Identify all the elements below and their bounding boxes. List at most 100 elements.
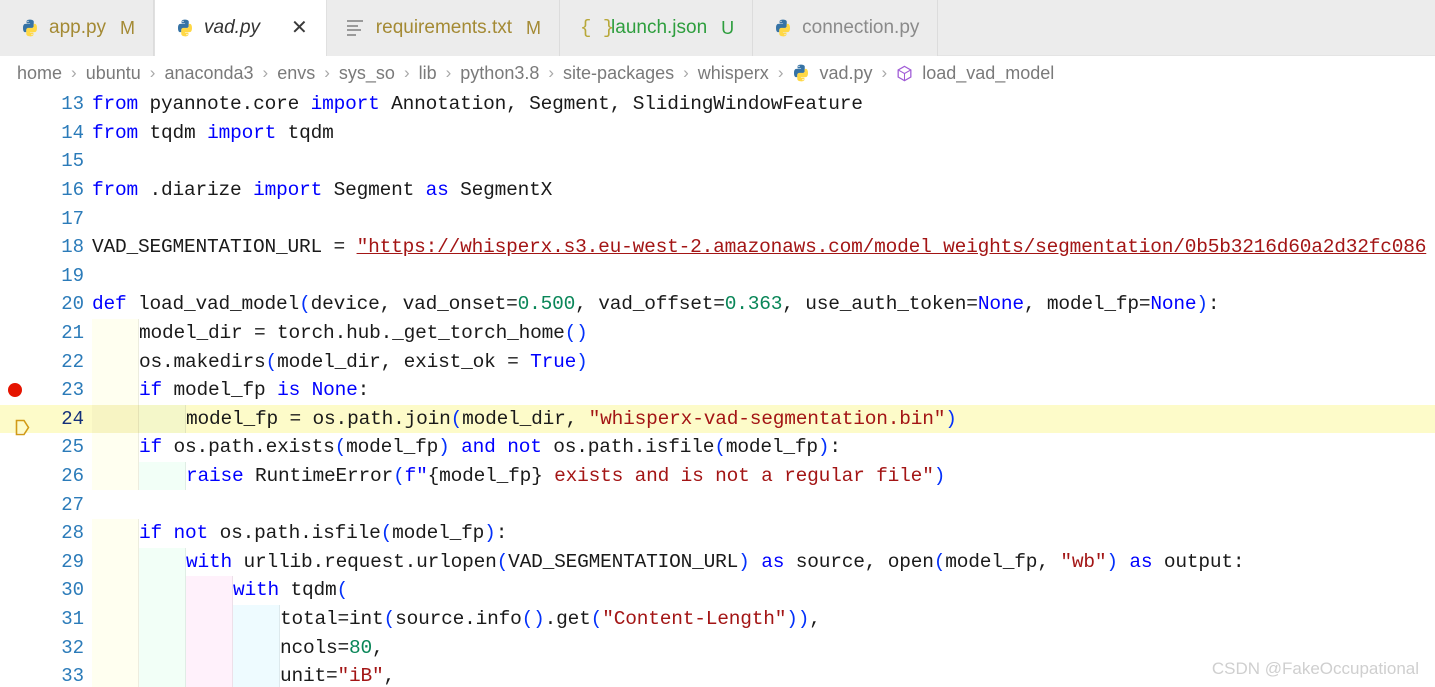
- line-number: 30: [61, 579, 84, 602]
- code-text: if model_fp is None:: [139, 379, 370, 402]
- line-number: 28: [61, 522, 84, 545]
- line-number: 23: [61, 379, 84, 402]
- tab-label: connection.py: [802, 17, 920, 38]
- code-line[interactable]: 24 model_fp = os.path.join(model_dir, "wh…: [0, 404, 1435, 436]
- code-line[interactable]: 25 if os.path.exists(model_fp) and not os…: [0, 433, 1435, 462]
- gutter-marker-slot[interactable]: [0, 147, 30, 176]
- gutter-marker-slot[interactable]: [0, 462, 30, 491]
- gutter-marker-slot[interactable]: [0, 347, 30, 376]
- code-text: from pyannote.core import Annotation, Se…: [92, 93, 863, 116]
- editor-tab-app-py[interactable]: app.py M: [0, 0, 155, 56]
- line-number: 19: [61, 264, 84, 287]
- code-cell: [92, 490, 1435, 519]
- gutter-breakpoint[interactable]: [0, 376, 30, 405]
- code-line[interactable]: 21 model_dir = torch.hub._get_torch_home(…: [0, 318, 1435, 348]
- gutter-marker-slot[interactable]: [0, 119, 30, 148]
- gutter-marker-slot[interactable]: [0, 433, 30, 462]
- breadcrumb-label: anaconda3: [164, 62, 254, 83]
- code-editor[interactable]: 13 from pyannote.core import Annotation, …: [0, 90, 1435, 687]
- gutter-marker-slot[interactable]: [0, 319, 30, 348]
- symbol-method-icon: [895, 64, 914, 83]
- breadcrumb-item-whisperx[interactable]: whisperx: [697, 63, 770, 84]
- gutter-marker-slot[interactable]: [0, 204, 30, 233]
- editor-tab-vad-py[interactable]: vad.py ✕: [154, 0, 327, 56]
- code-line[interactable]: 33 unit="iB",: [0, 661, 1435, 687]
- close-icon[interactable]: ✕: [291, 18, 308, 38]
- breadcrumb-item-ubuntu[interactable]: ubuntu: [85, 63, 142, 84]
- breadcrumb-item-sys_so[interactable]: sys_so: [338, 63, 396, 84]
- code-line[interactable]: 15: [0, 147, 1435, 176]
- code-line[interactable]: 18 VAD_SEGMENTATION_URL = "https://whispe…: [0, 233, 1435, 262]
- gutter-marker-slot[interactable]: [0, 262, 30, 291]
- code-line[interactable]: 14 from tqdm import tqdm: [0, 119, 1435, 148]
- code-cell: os.makedirs(model_dir, exist_ok = True): [92, 347, 1435, 376]
- gutter-marker-slot[interactable]: [0, 605, 30, 634]
- gutter-marker-slot[interactable]: [0, 176, 30, 205]
- python-icon: [23, 19, 37, 37]
- breadcrumb-item-python3-8[interactable]: python3.8: [459, 63, 540, 84]
- breakpoint-icon[interactable]: [8, 383, 22, 398]
- line-number: 14: [61, 121, 84, 144]
- gutter-marker-slot[interactable]: [0, 290, 30, 319]
- breadcrumb-item-site-packages[interactable]: site-packages: [562, 63, 675, 84]
- breadcrumb-separator: ›: [262, 63, 269, 82]
- breadcrumb-separator: ›: [71, 63, 77, 82]
- gutter-marker-slot[interactable]: [0, 548, 30, 577]
- code-line[interactable]: 30 with tqdm(: [0, 576, 1435, 605]
- code-text: ncols=80,: [280, 636, 384, 659]
- gutter-marker-slot[interactable]: [0, 90, 30, 119]
- code-line[interactable]: 27: [0, 490, 1435, 519]
- code-line[interactable]: 13 from pyannote.core import Annotation, …: [0, 90, 1435, 119]
- python-icon: [776, 19, 791, 37]
- gutter-marker-slot[interactable]: [0, 633, 30, 662]
- editor-tab-connection-py[interactable]: connection.py: [753, 0, 939, 56]
- breadcrumb-item-load_vad_model[interactable]: load_vad_model: [895, 63, 1055, 84]
- code-line[interactable]: 32 ncols=80,: [0, 633, 1435, 662]
- breadcrumb-item-lib[interactable]: lib: [418, 63, 438, 84]
- code-line[interactable]: 28 if not os.path.isfile(model_fp):: [0, 518, 1435, 548]
- breadcrumb-item-home[interactable]: home: [16, 63, 63, 84]
- gutter-marker-slot[interactable]: [0, 490, 30, 519]
- editor-tab-bar: app.py Mvad.py ✕ requirements.txt M { } launch…: [0, 0, 1435, 56]
- code-line[interactable]: 20 def load_vad_model(device, vad_onset=0…: [0, 290, 1435, 319]
- code-cell: [92, 204, 1435, 233]
- code-cell: if model_fp is None:: [92, 375, 1435, 405]
- code-text: VAD_SEGMENTATION_URL = "https://whisperx…: [92, 236, 1427, 259]
- gutter-execution-pointer[interactable]: [0, 405, 30, 436]
- code-line[interactable]: 17: [0, 204, 1435, 233]
- code-line[interactable]: 22 os.makedirs(model_dir, exist_ok = True…: [0, 347, 1435, 376]
- breadcrumb-separator: ›: [324, 63, 330, 82]
- editor-tab-requirements-txt[interactable]: requirements.txt M: [326, 0, 561, 56]
- code-cell: def load_vad_model(device, vad_onset=0.5…: [92, 290, 1435, 319]
- gutter-marker-slot[interactable]: [0, 576, 30, 605]
- text-file-icon: [346, 18, 367, 38]
- line-number: 31: [61, 607, 84, 630]
- code-line[interactable]: 31 total=int(source.info().get("Content-L…: [0, 604, 1435, 634]
- breadcrumb-item-vad-py[interactable]: vad.py: [791, 63, 873, 84]
- tab-git-status-badge: M: [526, 17, 542, 38]
- tab-label: requirements.txt: [375, 17, 513, 38]
- code-line[interactable]: 26 raise RuntimeError(f"{model_fp} exists…: [0, 461, 1435, 491]
- breadcrumb-item-anaconda3[interactable]: anaconda3: [163, 63, 254, 84]
- code-text: def load_vad_model(device, vad_onset=0.5…: [92, 293, 1220, 316]
- gutter-marker-slot[interactable]: [0, 662, 30, 687]
- code-text: if os.path.exists(model_fp) and not os.p…: [139, 436, 841, 459]
- line-number: 21: [61, 322, 84, 345]
- line-number: 29: [61, 550, 84, 573]
- gutter-marker-slot[interactable]: [0, 519, 30, 548]
- breadcrumb-item-envs[interactable]: envs: [276, 63, 316, 84]
- breadcrumb-label: whisperx: [697, 62, 769, 83]
- editor-tab-launch-json[interactable]: { } launch.json U: [560, 0, 754, 56]
- line-number: 20: [61, 293, 84, 316]
- code-line[interactable]: 16 from .diarize import Segment as Segmen…: [0, 176, 1435, 205]
- tab-git-status-badge: M: [120, 17, 136, 38]
- code-line[interactable]: 19: [0, 262, 1435, 291]
- gutter-marker-slot[interactable]: [0, 233, 30, 262]
- code-line[interactable]: 23 if model_fp is None:: [0, 375, 1435, 405]
- code-cell: raise RuntimeError(f"{model_fp} exists a…: [92, 461, 1435, 491]
- line-number: 13: [61, 93, 84, 116]
- code-cell: with urllib.request.urlopen(VAD_SEGMENTA…: [92, 547, 1435, 577]
- breadcrumb-label: lib: [418, 62, 437, 83]
- breadcrumb-label: load_vad_model: [922, 62, 1055, 83]
- code-line[interactable]: 29 with urllib.request.urlopen(VAD_SEGMEN…: [0, 547, 1435, 577]
